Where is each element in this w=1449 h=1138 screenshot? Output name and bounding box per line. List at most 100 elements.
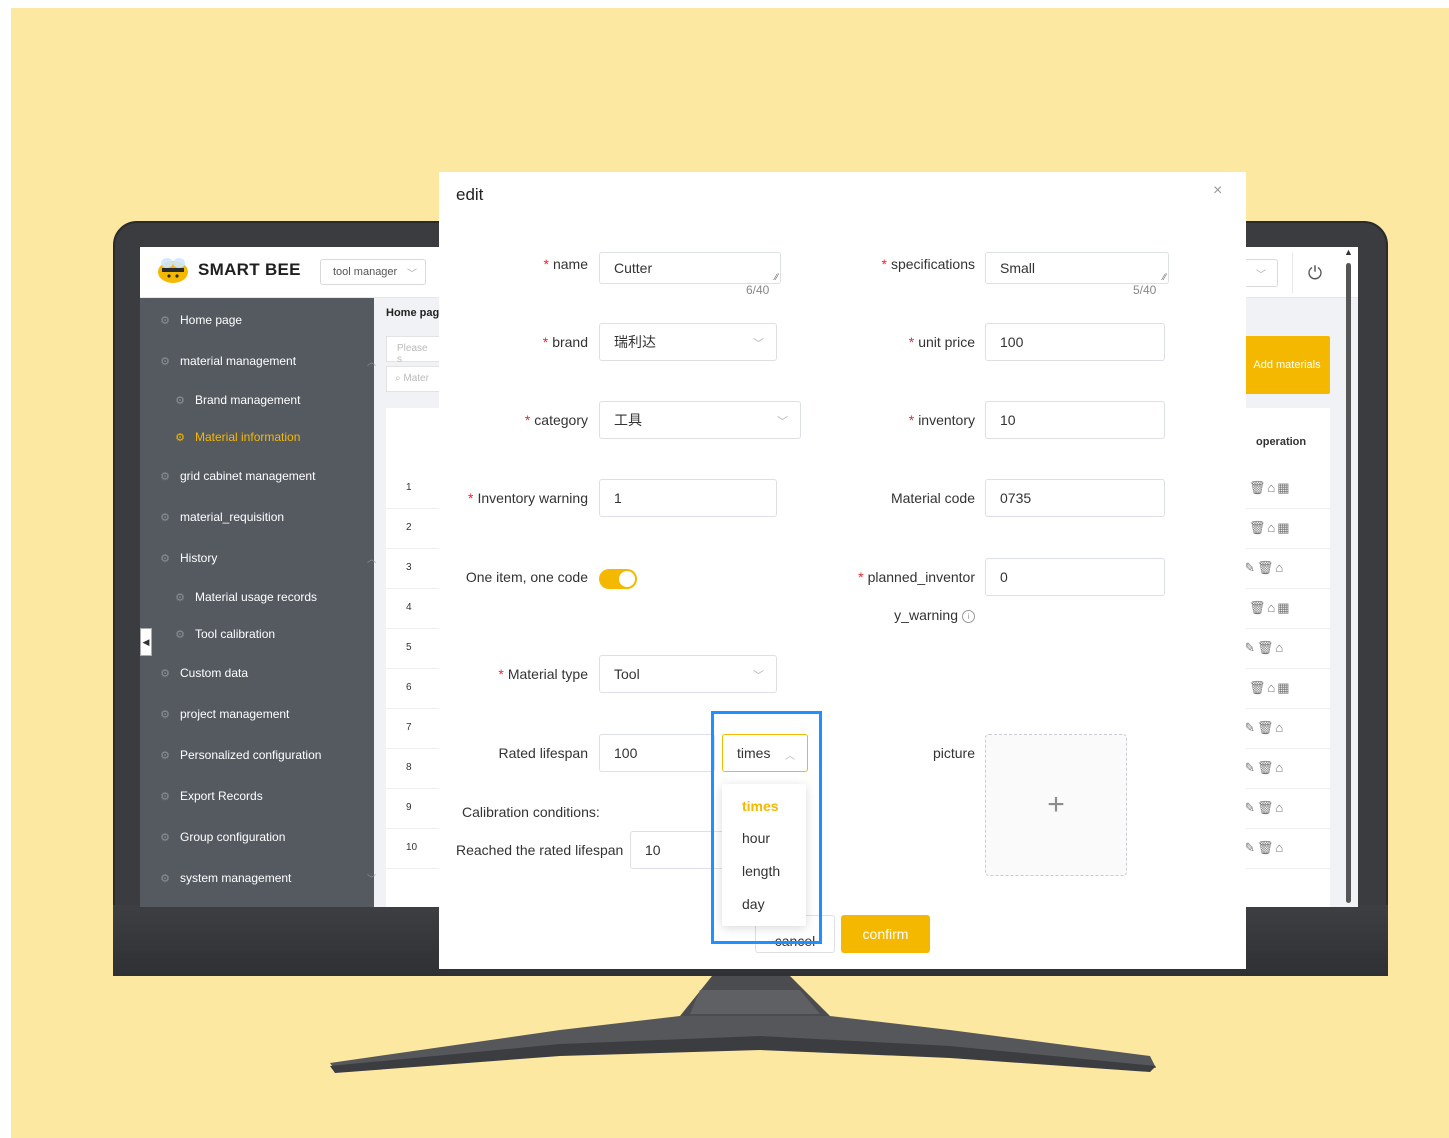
- add-materials-button[interactable]: Add materials: [1244, 336, 1330, 394]
- material-type-select[interactable]: Tool ﹀: [599, 655, 777, 693]
- sidebar-item-material-management[interactable]: ⚙ material management ︿: [140, 341, 392, 381]
- sidebar-item-material-requisition[interactable]: ⚙ material_requisition: [140, 497, 392, 537]
- inventory-value: 10: [1000, 412, 1016, 428]
- page-scrollbar[interactable]: ▲: [1344, 247, 1353, 907]
- unit-price-value: 100: [1000, 334, 1024, 350]
- row-actions[interactable]: ✎🗑⌂: [1244, 640, 1285, 656]
- row-number: 8: [406, 762, 412, 773]
- toggle-knob: [619, 571, 635, 587]
- role-select[interactable]: tool manager ﹀: [320, 259, 426, 285]
- sidebar-item-personalized-configuration[interactable]: ⚙ Personalized configuration: [140, 735, 392, 775]
- search-input[interactable]: Please s: [386, 336, 446, 365]
- sidebar-item-material-information[interactable]: ⚙ Material information: [140, 417, 407, 457]
- specifications-label: * specifications: [881, 256, 976, 272]
- gear-icon: ⚙: [175, 394, 185, 407]
- inventory-warning-input[interactable]: 1: [599, 479, 777, 517]
- gear-icon: ⚙: [160, 790, 170, 803]
- edit-dialog: edit × * name Cutter ⁄⁄ 6/40 * specificati…: [439, 172, 1246, 969]
- sidebar-item-custom-data[interactable]: ⚙ Custom data: [140, 653, 392, 693]
- sidebar-item-grid-cabinet[interactable]: ⚙ grid cabinet management: [140, 456, 392, 496]
- sidebar-item-system-management[interactable]: ⚙ system management ﹀: [140, 858, 392, 898]
- power-icon: ⏻: [1307, 262, 1323, 283]
- gear-icon: ⚙: [160, 831, 170, 844]
- row-number: 4: [406, 602, 412, 613]
- gear-icon: ⚙: [160, 314, 170, 327]
- sidebar-item-material-usage-records[interactable]: ⚙ Material usage records: [140, 577, 407, 617]
- sidebar-item-export-records[interactable]: ⚙ Export Records: [140, 776, 392, 816]
- inventory-warning-label: * Inventory warning: [468, 490, 588, 506]
- row-actions[interactable]: ✎🗑⌂: [1244, 560, 1285, 576]
- material-type-label: * Material type: [498, 666, 588, 682]
- resize-handle-icon: ⁄⁄: [1162, 272, 1166, 282]
- gear-icon: ⚙: [160, 552, 170, 565]
- row-number: 2: [406, 522, 412, 533]
- rated-lifespan-value: 100: [614, 745, 638, 761]
- chevron-down-icon: ﹀: [407, 269, 417, 280]
- sidebar-item-history[interactable]: ⚙ History ︿: [140, 538, 392, 578]
- dialog-title: edit: [456, 185, 484, 204]
- header-select[interactable]: ﹀: [1244, 259, 1278, 287]
- gear-icon: ⚙: [175, 628, 185, 641]
- sidebar-item-label: material management: [180, 354, 297, 368]
- name-counter: 6/40: [746, 283, 770, 297]
- chevron-down-icon: ﹀: [753, 670, 764, 682]
- planned-inventory-warning-input[interactable]: 0: [985, 558, 1165, 596]
- search-icon: ⌕: [395, 373, 401, 384]
- sidebar-item-label: grid cabinet management: [180, 469, 316, 483]
- gear-icon: ⚙: [160, 511, 170, 524]
- material-type-value: Tool: [614, 666, 640, 682]
- material-search-input[interactable]: ⌕ Mater: [386, 366, 446, 392]
- sidebar-item-brand-management[interactable]: ⚙ Brand management: [140, 380, 407, 420]
- row-actions[interactable]: ✎🗑⌂: [1244, 840, 1285, 856]
- planned-inventory-warning-label: * planned_inventor: [858, 569, 975, 585]
- calibration-conditions-label: Calibration conditions:: [462, 804, 600, 820]
- one-item-one-code-label: One item, one code: [465, 569, 588, 585]
- rated-lifespan-input[interactable]: 100: [599, 734, 715, 772]
- row-number: 5: [406, 642, 412, 653]
- sidebar-item-label: Tool calibration: [195, 627, 276, 641]
- scrollbar-thumb[interactable]: [1346, 263, 1351, 903]
- row-number: 3: [406, 562, 412, 573]
- gear-icon: ⚙: [160, 872, 170, 885]
- sidebar-collapse-button[interactable]: ◀: [140, 628, 152, 656]
- sidebar-item-label: Group configuration: [180, 830, 286, 844]
- close-icon[interactable]: ×: [1213, 182, 1222, 200]
- bee-logo-icon: [158, 258, 188, 283]
- sidebar-item-group-configuration[interactable]: ⚙ Group configuration: [140, 817, 392, 857]
- plus-icon: +: [1047, 788, 1065, 821]
- material-code-input[interactable]: 0735: [985, 479, 1165, 517]
- name-value: Cutter: [614, 260, 653, 276]
- name-input[interactable]: Cutter ⁄⁄: [599, 252, 781, 284]
- row-actions[interactable]: ✎🗑⌂: [1244, 760, 1285, 776]
- reached-rated-lifespan-value: 10: [645, 842, 661, 858]
- sidebar-item-label: Material information: [195, 430, 301, 444]
- unit-price-input[interactable]: 100: [985, 323, 1165, 361]
- gear-icon: ⚙: [160, 355, 170, 368]
- sidebar-item-project-management[interactable]: ⚙ project management: [140, 694, 392, 734]
- specifications-input[interactable]: Small ⁄⁄: [985, 252, 1169, 284]
- sidebar-item-tool-calibration[interactable]: ⚙ Tool calibration: [140, 614, 407, 654]
- row-actions[interactable]: ✎🗑⌂: [1244, 720, 1285, 736]
- sidebar-item-label: History: [180, 551, 218, 565]
- picture-upload[interactable]: +: [985, 734, 1127, 876]
- one-item-one-code-toggle[interactable]: [599, 569, 637, 589]
- gear-icon: ⚙: [160, 667, 170, 680]
- sidebar-item-home[interactable]: ⚙ Home page: [140, 300, 392, 340]
- role-select-value: tool manager: [333, 266, 398, 278]
- gear-icon: ⚙: [175, 591, 185, 604]
- row-actions[interactable]: ✎🗑⌂: [1244, 800, 1285, 816]
- planned-inventory-warning-value: 0: [1000, 569, 1008, 585]
- sidebar-item-label: Personalized configuration: [180, 748, 322, 762]
- confirm-button[interactable]: confirm: [841, 915, 930, 953]
- row-number: 10: [406, 842, 418, 853]
- inventory-input[interactable]: 10: [985, 401, 1165, 439]
- chevron-down-icon: ﹀: [777, 416, 788, 428]
- brand-select[interactable]: 瑞利达 ﹀: [599, 323, 777, 361]
- gear-icon: ⚙: [160, 470, 170, 483]
- power-button[interactable]: ⏻: [1292, 253, 1337, 293]
- category-select[interactable]: 工具 ﹀: [599, 401, 801, 439]
- chevron-down-icon: ﹀: [753, 338, 764, 350]
- sidebar-item-label: Custom data: [180, 666, 249, 680]
- planned-inventory-warning-label-2: y_warning i: [894, 607, 975, 623]
- sidebar-item-label: Brand management: [195, 393, 301, 407]
